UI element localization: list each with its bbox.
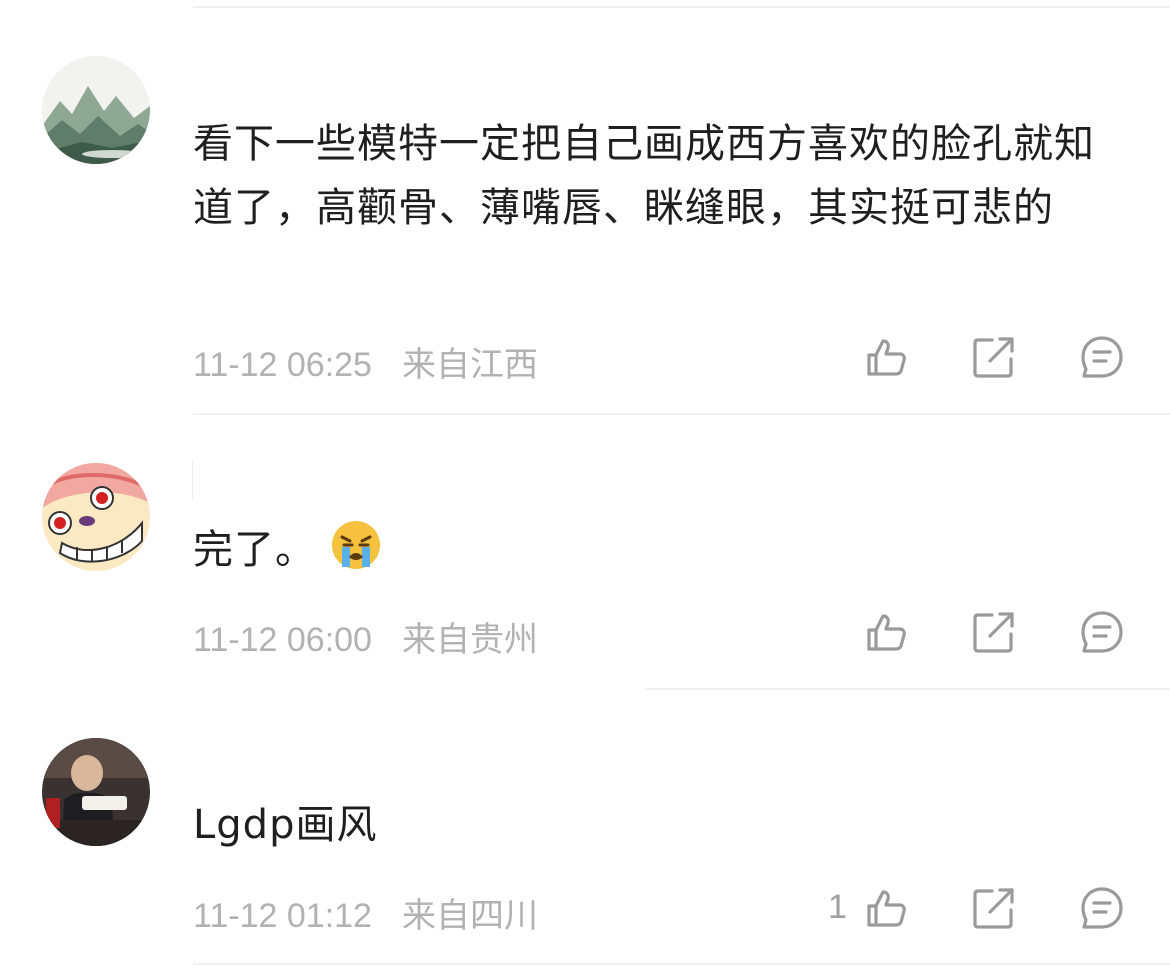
reply-button[interactable] <box>1080 886 1124 930</box>
comment-item: 看下一些模特一定把自己画成西方喜欢的脸孔就知道了，高颧骨、薄嘴唇、眯缝眼，其实挺… <box>0 0 1170 415</box>
cartoon-avatar-image <box>42 463 150 571</box>
avatar[interactable] <box>42 56 150 164</box>
comment-location: 来自江西 <box>401 346 538 384</box>
photo-avatar-image <box>42 738 150 846</box>
divider <box>192 459 193 501</box>
landscape-avatar-image <box>42 56 150 164</box>
share-button[interactable] <box>972 886 1016 930</box>
comment-time: 11-12 01:12 <box>193 897 372 935</box>
like-button[interactable] <box>864 886 908 930</box>
thumbs-up-icon <box>867 614 906 651</box>
comment-text-content: 完了。 <box>193 527 316 573</box>
like-button[interactable] <box>864 610 908 654</box>
comment-icon <box>1081 336 1123 378</box>
share-icon <box>973 888 1014 929</box>
comment-item: 完了。 11-12 06:00 来自贵州 <box>0 415 1170 690</box>
comment-meta: 11-12 01:12 来自四川 <box>193 888 538 937</box>
comment-time: 11-12 06:25 <box>193 346 372 384</box>
comment-location: 来自四川 <box>401 897 538 935</box>
comment-time: 11-12 06:00 <box>193 621 372 659</box>
share-button[interactable] <box>972 610 1016 654</box>
share-icon <box>973 337 1014 378</box>
crying-face-emoji-icon <box>331 521 380 569</box>
comment-text: 看下一些模特一定把自己画成西方喜欢的脸孔就知道了，高颧骨、薄嘴唇、眯缝眼，其实挺… <box>193 121 1095 231</box>
avatar[interactable] <box>42 463 150 571</box>
thumbs-up-icon <box>867 339 906 376</box>
like-button[interactable] <box>864 335 908 379</box>
comment-item: Lgdp画风 11-12 01:12 来自四川 1 <box>0 690 1170 965</box>
share-icon <box>973 612 1014 653</box>
comment-icon <box>1081 887 1123 929</box>
share-button[interactable] <box>972 335 1016 379</box>
reply-button[interactable] <box>1080 610 1124 654</box>
reply-button[interactable] <box>1080 335 1124 379</box>
thumbs-up-icon <box>867 890 906 927</box>
avatar[interactable] <box>42 738 150 846</box>
comment-text: 完了。 <box>193 518 1123 582</box>
comment-meta: 11-12 06:00 来自贵州 <box>193 612 538 661</box>
comment-icon <box>1081 611 1123 653</box>
comment-meta: 11-12 06:25 来自江西 <box>193 337 538 386</box>
comment-text: Lgdp画风 <box>193 802 378 848</box>
comment-location: 来自贵州 <box>401 621 538 659</box>
like-count: 1 <box>828 888 847 926</box>
